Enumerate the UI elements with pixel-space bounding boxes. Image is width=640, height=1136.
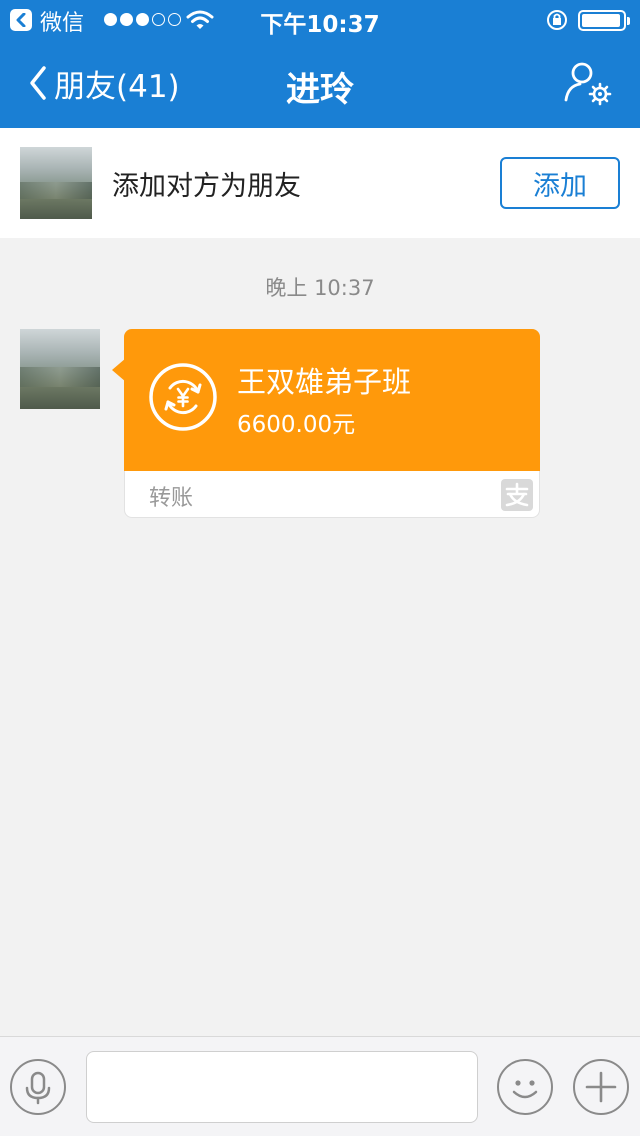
status-bar: 微信 下午10:37: [0, 0, 640, 40]
page-title: 进玲: [286, 70, 354, 110]
sender-avatar[interactable]: [20, 329, 100, 409]
transfer-type-label: 转账: [149, 486, 194, 511]
transfer-message-card[interactable]: 王双雄弟子班 6600.00元 转账: [112, 329, 540, 518]
message-timestamp: 晚上 10:37: [265, 276, 375, 300]
add-friend-banner: 添加对方为朋友 添加: [0, 128, 640, 238]
transfer-amount: 6600.00元: [237, 412, 356, 438]
transfer-card-header: 王双雄弟子班 6600.00元: [124, 329, 540, 471]
emoji-button[interactable]: [497, 1059, 553, 1115]
top-bar: 微信 下午10:37 朋友(41) 进玲: [0, 0, 640, 128]
yuan-transfer-icon: [149, 363, 217, 431]
rotation-lock-icon: [547, 10, 567, 30]
message-input[interactable]: [86, 1051, 478, 1123]
microphone-icon: [25, 1071, 51, 1105]
more-button[interactable]: [573, 1059, 629, 1115]
profile-settings-icon[interactable]: [562, 60, 614, 108]
input-bar: [0, 1036, 640, 1136]
add-friend-text: 添加对方为朋友: [112, 171, 301, 202]
plus-icon: [585, 1071, 617, 1103]
emoji-icon: [512, 1080, 538, 1099]
alipay-icon: [501, 479, 533, 511]
avatar[interactable]: [20, 147, 92, 219]
add-friend-button[interactable]: 添加: [500, 157, 620, 209]
bubble-tail: [112, 358, 126, 382]
status-time: 下午10:37: [260, 12, 380, 38]
voice-button[interactable]: [10, 1059, 66, 1115]
transfer-recipient-name: 王双雄弟子班: [237, 365, 412, 399]
chat-screen: 微信 下午10:37 朋友(41) 进玲 添加对方为朋友 添加 晚上 10:37…: [0, 0, 640, 1136]
battery-icon: [578, 10, 630, 31]
